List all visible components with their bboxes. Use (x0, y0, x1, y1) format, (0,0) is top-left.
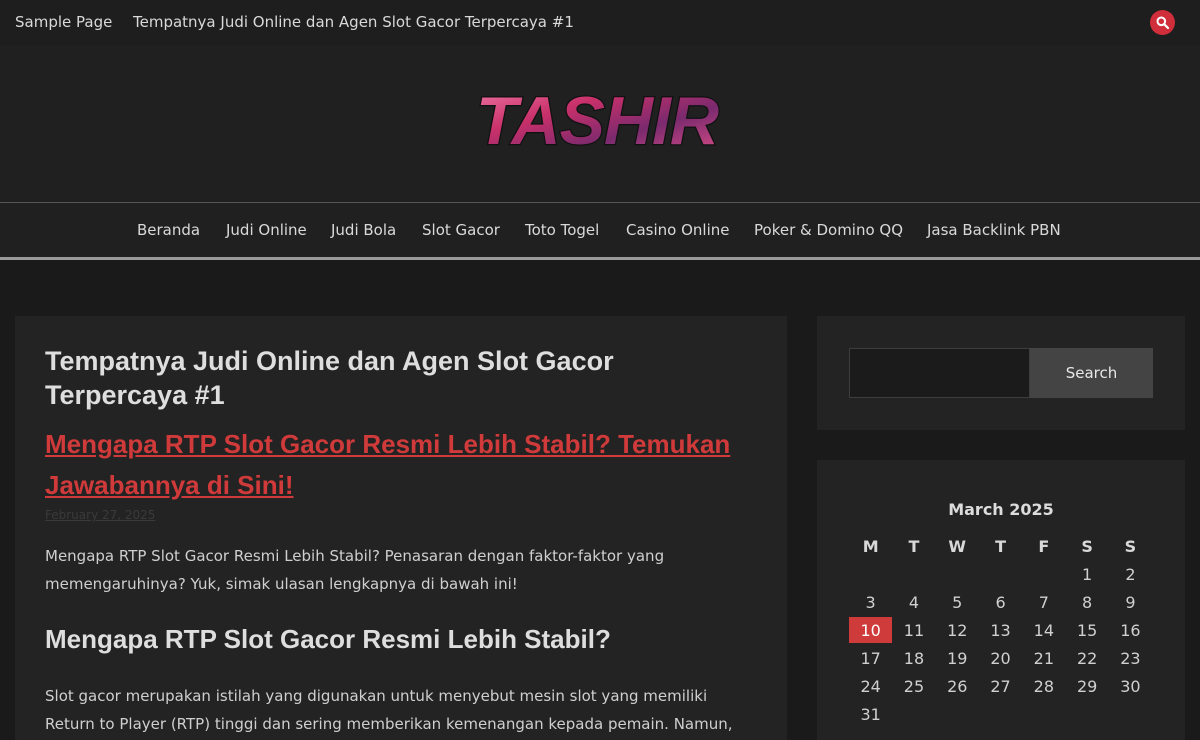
weekday-label: S (1081, 536, 1093, 556)
calendar-week-row: 31 (849, 700, 1185, 728)
weekday-label: S (1124, 536, 1137, 556)
calendar-week-row: 17 18 19 20 21 22 23 (849, 644, 1185, 672)
weekday-label: T (995, 536, 1006, 556)
nav-item-casino-online[interactable]: Casino Online (626, 221, 729, 239)
calendar-day-empty (849, 560, 892, 588)
calendar-days: 1 2 3 4 5 6 7 8 9 10 11 12 13 14 15 16 17 18 19 20 21 22 23 24 2… (849, 560, 1185, 728)
calendar-day: 8 (1082, 592, 1093, 612)
calendar-day: 23 (1120, 648, 1141, 668)
calendar-day: 28 (1033, 676, 1055, 696)
calendar-day: 12 (947, 620, 968, 640)
post-intro: Mengapa RTP Slot Gacor Resmi Lebih Stabi… (45, 547, 665, 593)
calendar-day: 20 (990, 648, 1011, 668)
nav-item-judi-online[interactable]: Judi Online (226, 221, 307, 239)
calendar-day: 30 (1120, 676, 1141, 696)
calendar-week-row: 12 (849, 560, 1185, 588)
nav-item-toto-togel[interactable]: Toto Togel (525, 221, 599, 239)
calendar-day: 24 (860, 676, 881, 696)
weekday-label: W (948, 536, 967, 556)
nav-item-slot-gacor[interactable]: Slot Gacor (422, 221, 500, 239)
calendar-day: 18 (903, 648, 925, 668)
calendar-day: 3 (865, 592, 876, 612)
calendar-day-empty (1065, 700, 1108, 728)
calendar-day: 31 (860, 704, 881, 724)
page-title: Tempatnya Judi Online dan Agen Slot Gaco… (45, 346, 614, 410)
main-navigation: Beranda Judi Online Judi Bola Slot Gacor… (0, 202, 1200, 260)
post-body: Slot gacor merupakan istilah yang diguna… (45, 687, 733, 733)
calendar-day: 22 (1076, 648, 1098, 668)
post-date-link[interactable]: February 27, 2025 (45, 508, 155, 522)
post-title-link[interactable]: Mengapa RTP Slot Gacor Resmi Lebih Stabi… (45, 424, 745, 506)
calendar-day: 27 (990, 676, 1011, 696)
calendar-day: 7 (1038, 592, 1049, 612)
calendar-day-empty (979, 560, 1022, 588)
calendar-day-empty (1022, 700, 1065, 728)
nav-item-poker-domino[interactable]: Poker & Domino QQ (754, 221, 903, 239)
calendar-day-empty (979, 700, 1022, 728)
post-section-heading: Mengapa RTP Slot Gacor Resmi Lebih Stabi… (45, 624, 611, 654)
calendar-day: 1 (1082, 564, 1093, 584)
nav-item-beranda[interactable]: Beranda (137, 221, 200, 239)
calendar-day-empty (892, 700, 935, 728)
calendar-day-empty (936, 700, 979, 728)
main-content: Tempatnya Judi Online dan Agen Slot Gaco… (15, 316, 787, 740)
calendar-day: 14 (1033, 620, 1055, 640)
calendar-day: 16 (1120, 620, 1141, 640)
calendar-day: 5 (952, 592, 963, 612)
calendar-week-row: 24 25 26 27 28 29 30 (849, 672, 1185, 700)
calendar-week-row: 10 11 12 13 14 15 16 (849, 616, 1185, 644)
logo-text: TASHIR (476, 86, 719, 156)
calendar-day: 25 (903, 676, 925, 696)
calendar-day: 29 (1076, 676, 1098, 696)
top-link-sample-page[interactable]: Sample Page (15, 13, 112, 31)
calendar-day-empty (1022, 560, 1065, 588)
search-button[interactable]: Search (1030, 348, 1153, 398)
calendar-day: 6 (995, 592, 1006, 612)
calendar-grid: M T W T F S S 1 2 3 4 5 6 7 8 9 10 11 12 13 14 15 16 17 1… (849, 532, 1185, 728)
weekday-label: F (1038, 536, 1050, 556)
calendar-weekday-row: M T W T F S S (849, 532, 1185, 560)
nav-item-judi-bola[interactable]: Judi Bola (331, 221, 396, 239)
calendar-day-empty (936, 560, 979, 588)
site-logo[interactable]: TASHIR (460, 86, 735, 156)
calendar-caption: March 2025 (948, 500, 1054, 519)
calendar-day-today: 10 (849, 617, 893, 643)
calendar-day: 15 (1076, 620, 1098, 640)
calendar-day: 4 (908, 592, 920, 612)
search-input[interactable] (849, 348, 1030, 398)
calendar-week-row: 3 4 5 6 7 8 9 (849, 588, 1185, 616)
weekday-label: M (862, 536, 879, 556)
calendar-day: 19 (947, 648, 968, 668)
calendar-day-empty (1109, 700, 1152, 728)
top-link-home-page[interactable]: Tempatnya Judi Online dan Agen Slot Gaco… (133, 13, 574, 31)
calendar-day-empty (892, 560, 935, 588)
calendar-day: 17 (860, 648, 881, 668)
top-bar: Sample Page Tempatnya Judi Online dan Ag… (0, 0, 1200, 45)
calendar-day: 11 (903, 620, 925, 640)
calendar-day: 2 (1125, 564, 1136, 584)
calendar-day: 21 (1033, 648, 1055, 668)
calendar-day: 26 (947, 676, 968, 696)
calendar-widget: March 2025 M T W T F S S 1 2 3 4 5 6 7 8 9 10 11 12… (817, 460, 1185, 740)
search-toggle-button[interactable] (1150, 10, 1175, 35)
nav-item-jasa-backlink[interactable]: Jasa Backlink PBN (927, 221, 1061, 239)
calendar-day: 13 (990, 620, 1011, 640)
search-icon (1156, 16, 1169, 29)
search-widget: Search (817, 316, 1185, 430)
weekday-label: T (908, 536, 920, 556)
calendar-day: 9 (1125, 592, 1136, 612)
